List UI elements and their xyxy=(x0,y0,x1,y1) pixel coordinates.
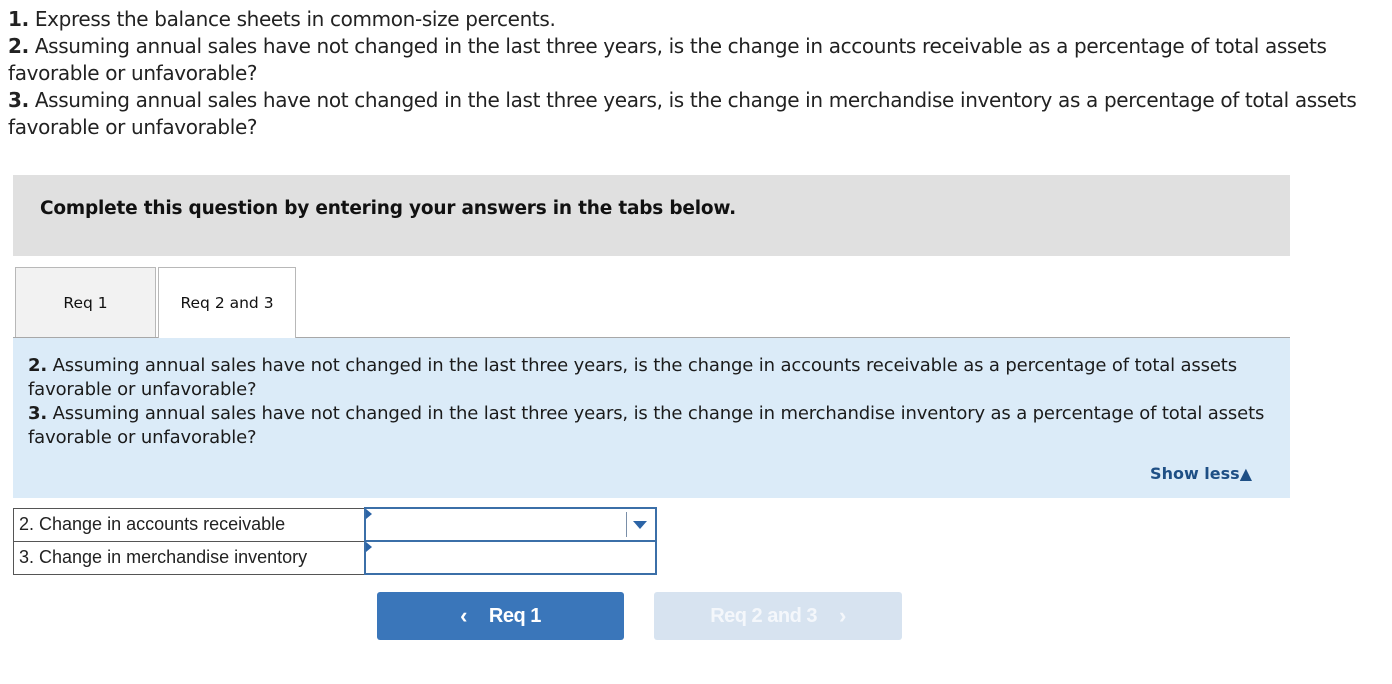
question-3: 3. Assuming annual sales have not change… xyxy=(28,403,1265,448)
chevron-right-icon: › xyxy=(838,603,846,628)
tab-req-2-and-3[interactable]: Req 2 and 3 xyxy=(158,267,296,338)
next-req-button: Req 2 and 3 › xyxy=(654,592,902,640)
accounts-receivable-dropdown[interactable] xyxy=(365,509,655,540)
answer-table: 2. Change in accounts receivable 3. Chan… xyxy=(13,507,657,575)
input-marker-icon xyxy=(365,542,372,552)
instruction-1: 1. Express the balance sheets in common-… xyxy=(8,7,556,31)
row-label-accounts-receivable: 2. Change in accounts receivable xyxy=(13,507,365,542)
question-panel: 2. Assuming annual sales have not change… xyxy=(13,338,1290,498)
triangle-up-icon: ▲ xyxy=(1239,464,1252,483)
instruction-banner: Complete this question by entering your … xyxy=(13,175,1290,256)
question-text: 2. Assuming annual sales have not change… xyxy=(28,354,1278,450)
instruction-3: 3. Assuming annual sales have not change… xyxy=(8,88,1357,139)
tab-req-1[interactable]: Req 1 xyxy=(15,267,156,337)
prev-req-button[interactable]: ‹ Req 1 xyxy=(377,592,624,640)
chevron-left-icon: ‹ xyxy=(460,603,467,628)
row-label-merchandise-inventory: 3. Change in merchandise inventory xyxy=(13,540,365,575)
instruction-2: 2. Assuming annual sales have not change… xyxy=(8,34,1327,85)
table-row: 2. Change in accounts receivable xyxy=(13,507,657,542)
input-marker-icon xyxy=(365,509,372,519)
show-less-link[interactable]: Show less▲ xyxy=(1150,464,1252,483)
banner-text: Complete this question by entering your … xyxy=(40,198,736,219)
instructions: 1. Express the balance sheets in common-… xyxy=(8,6,1388,141)
chevron-down-icon[interactable] xyxy=(632,521,647,529)
question-2: 2. Assuming annual sales have not change… xyxy=(28,355,1237,400)
table-row: 3. Change in merchandise inventory xyxy=(13,540,657,575)
merchandise-inventory-input[interactable] xyxy=(365,542,655,573)
tab-bar: Req 1 Req 2 and 3 xyxy=(13,267,1290,338)
